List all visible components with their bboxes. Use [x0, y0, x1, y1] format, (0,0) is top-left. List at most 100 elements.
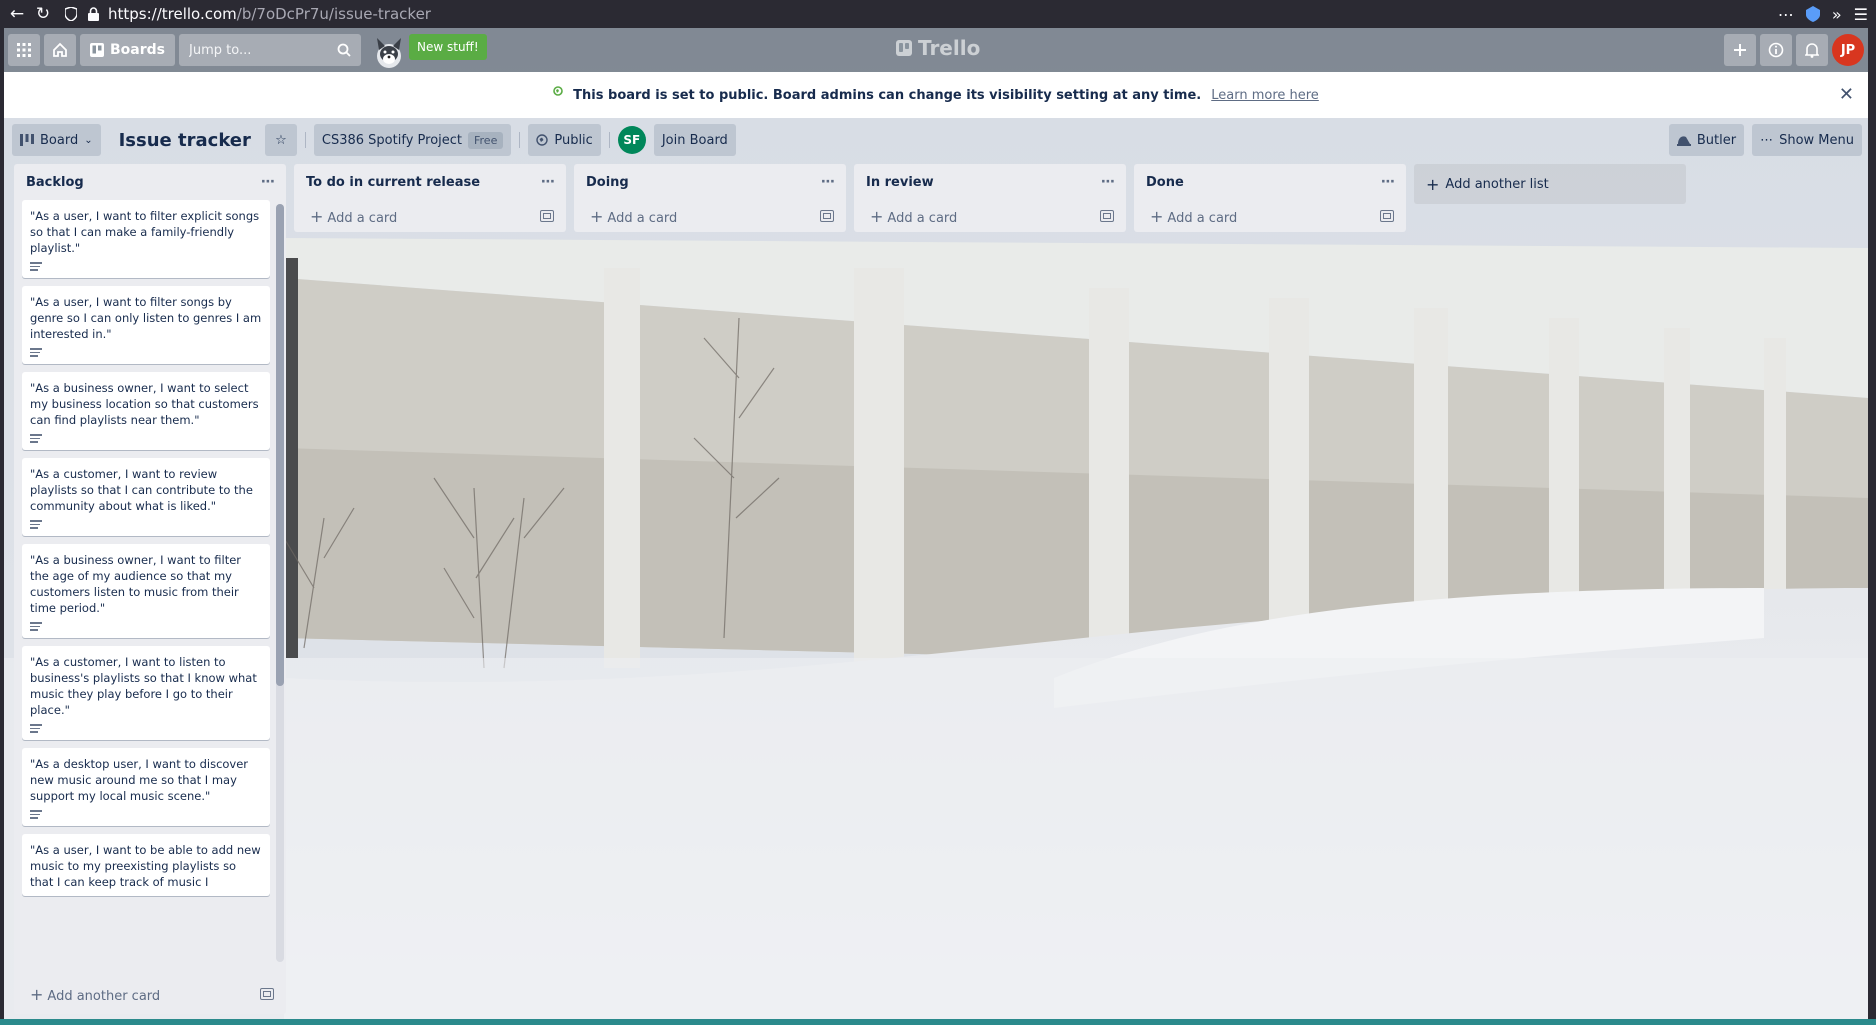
visibility-button[interactable]: Public — [528, 124, 601, 156]
plus-icon: + — [30, 984, 44, 1004]
user-avatar[interactable]: JP — [1832, 34, 1864, 66]
card-template-icon[interactable] — [1380, 210, 1394, 222]
card-title: "As a business owner, I want to select m… — [30, 381, 259, 427]
list-backlog: Backlog ⋯ "As a user, I want to filter e… — [14, 164, 286, 1014]
list-menu-icon[interactable]: ⋯ — [1101, 174, 1116, 190]
card[interactable]: "As a business owner, I want to select m… — [22, 372, 270, 450]
description-icon — [30, 810, 42, 820]
public-board-banner: This board is set to public. Board admin… — [4, 72, 1868, 118]
search-icon[interactable] — [337, 43, 351, 57]
add-card-button[interactable]: + Add a card — [1134, 200, 1406, 232]
card[interactable]: "As a business owner, I want to filter t… — [22, 544, 270, 638]
jump-to-search[interactable] — [179, 34, 361, 66]
add-card-button[interactable]: + Add a card — [854, 200, 1126, 232]
new-stuff-button[interactable]: New stuff! — [409, 34, 487, 60]
star-button[interactable]: ☆ — [264, 124, 297, 156]
list-menu-icon[interactable]: ⋯ — [541, 174, 556, 190]
board-title[interactable]: Issue tracker — [109, 130, 261, 151]
info-button[interactable] — [1760, 34, 1792, 66]
address-bar[interactable]: https://trello.com/b/7oDcPr7u/issue-trac… — [62, 0, 1778, 28]
trello-logo-text: Trello — [918, 36, 981, 60]
list-scrollbar[interactable] — [276, 204, 284, 962]
show-menu-label: Show Menu — [1779, 132, 1854, 148]
globe-icon — [536, 134, 549, 146]
list-menu-icon[interactable]: ⋯ — [1381, 174, 1396, 190]
list-title[interactable]: In review — [866, 175, 934, 190]
card[interactable]: "As a customer, I want to listen to busi… — [22, 646, 270, 740]
add-card-button[interactable]: + Add another card — [14, 978, 286, 1010]
divider — [608, 132, 610, 148]
list-doing: Doing ⋯ + Add a card — [574, 164, 846, 232]
back-arrow-icon[interactable]: ← — [4, 0, 30, 28]
card[interactable]: "As a user, I want to be able to add new… — [22, 834, 270, 896]
list-header[interactable]: In review ⋯ — [854, 164, 1126, 200]
learn-more-link[interactable]: Learn more here — [1211, 88, 1319, 103]
list-title[interactable]: Doing — [586, 175, 629, 190]
notifications-button[interactable] — [1796, 34, 1828, 66]
add-card-label: Add a card — [607, 210, 678, 226]
banner-message: This board is set to public. Board admin… — [573, 87, 1202, 103]
card-title: "As a user, I want to filter explicit so… — [30, 209, 260, 255]
plus-icon: + — [1426, 174, 1440, 194]
trello-app: Boards New stuff! Trello JP — [4, 28, 1868, 1021]
team-button[interactable]: CS386 Spotify Project Free — [313, 124, 512, 156]
board-view-icon — [20, 134, 34, 146]
card-template-icon[interactable] — [1100, 210, 1114, 222]
plus-icon — [1734, 44, 1746, 56]
globe-icon — [553, 85, 563, 99]
team-plan-badge: Free — [468, 131, 504, 149]
add-card-button[interactable]: + Add a card — [574, 200, 846, 232]
add-card-button[interactable]: + Add a card — [294, 200, 566, 232]
card[interactable]: "As a user, I want to filter explicit so… — [22, 200, 270, 278]
reload-icon[interactable]: ↻ — [30, 0, 56, 28]
list-menu-icon[interactable]: ⋯ — [261, 174, 276, 190]
member-avatar[interactable]: SF — [617, 126, 646, 154]
card[interactable]: "As a user, I want to filter songs by ge… — [22, 286, 270, 364]
list-title[interactable]: Backlog — [26, 175, 84, 190]
card[interactable]: "As a desktop user, I want to discover n… — [22, 748, 270, 826]
page-actions-icon[interactable]: ⋯ — [1778, 5, 1794, 24]
list-header[interactable]: Doing ⋯ — [574, 164, 846, 200]
extension-icon[interactable] — [1805, 6, 1820, 22]
apps-grid-button[interactable] — [8, 34, 40, 66]
card-title: "As a customer, I want to review playlis… — [30, 467, 253, 513]
scrollbar-thumb[interactable] — [276, 204, 284, 686]
trello-logo[interactable]: Trello — [896, 36, 980, 60]
create-button[interactable] — [1724, 34, 1756, 66]
search-input[interactable] — [189, 42, 319, 58]
boards-icon — [90, 43, 104, 57]
description-icon — [30, 434, 42, 444]
board-view-label: Board — [40, 132, 79, 148]
boards-button[interactable]: Boards — [80, 34, 175, 66]
grid-icon — [17, 43, 31, 57]
list-menu-icon[interactable]: ⋯ — [821, 174, 836, 190]
list-title[interactable]: To do in current release — [306, 175, 480, 190]
close-icon[interactable]: ✕ — [1839, 84, 1854, 105]
description-icon — [30, 262, 42, 272]
plus-icon: + — [310, 206, 324, 226]
list-header[interactable]: To do in current release ⋯ — [294, 164, 566, 200]
taco-mascot-icon[interactable] — [369, 28, 409, 72]
card-list: "As a user, I want to filter explicit so… — [18, 200, 274, 968]
hamburger-menu-icon[interactable]: ☰ — [1854, 5, 1868, 24]
add-another-list-button[interactable]: + Add another list — [1414, 164, 1686, 204]
list-header[interactable]: Done ⋯ — [1134, 164, 1406, 200]
board-view-switcher[interactable]: Board ⌄ — [12, 124, 101, 156]
list-title[interactable]: Done — [1146, 175, 1184, 190]
home-button[interactable] — [44, 34, 76, 66]
plus-icon: + — [870, 206, 884, 226]
add-card-label: Add a card — [327, 210, 398, 226]
card[interactable]: "As a customer, I want to review playlis… — [22, 458, 270, 536]
join-board-button[interactable]: Join Board — [653, 124, 736, 156]
list-header[interactable]: Backlog ⋯ — [14, 164, 286, 200]
card-template-icon[interactable] — [260, 988, 274, 1000]
card-template-icon[interactable] — [540, 210, 554, 222]
shield-icon[interactable] — [62, 5, 80, 23]
card-template-icon[interactable] — [820, 210, 834, 222]
list-to-do: To do in current release ⋯ + Add a card — [294, 164, 566, 232]
card-title: "As a user, I want to filter songs by ge… — [30, 295, 262, 341]
show-menu-button[interactable]: ⋯ Show Menu — [1752, 124, 1862, 156]
star-icon: ☆ — [275, 132, 287, 148]
butler-button[interactable]: Butler — [1668, 124, 1745, 156]
overflow-chevron-icon[interactable]: » — [1832, 5, 1842, 24]
